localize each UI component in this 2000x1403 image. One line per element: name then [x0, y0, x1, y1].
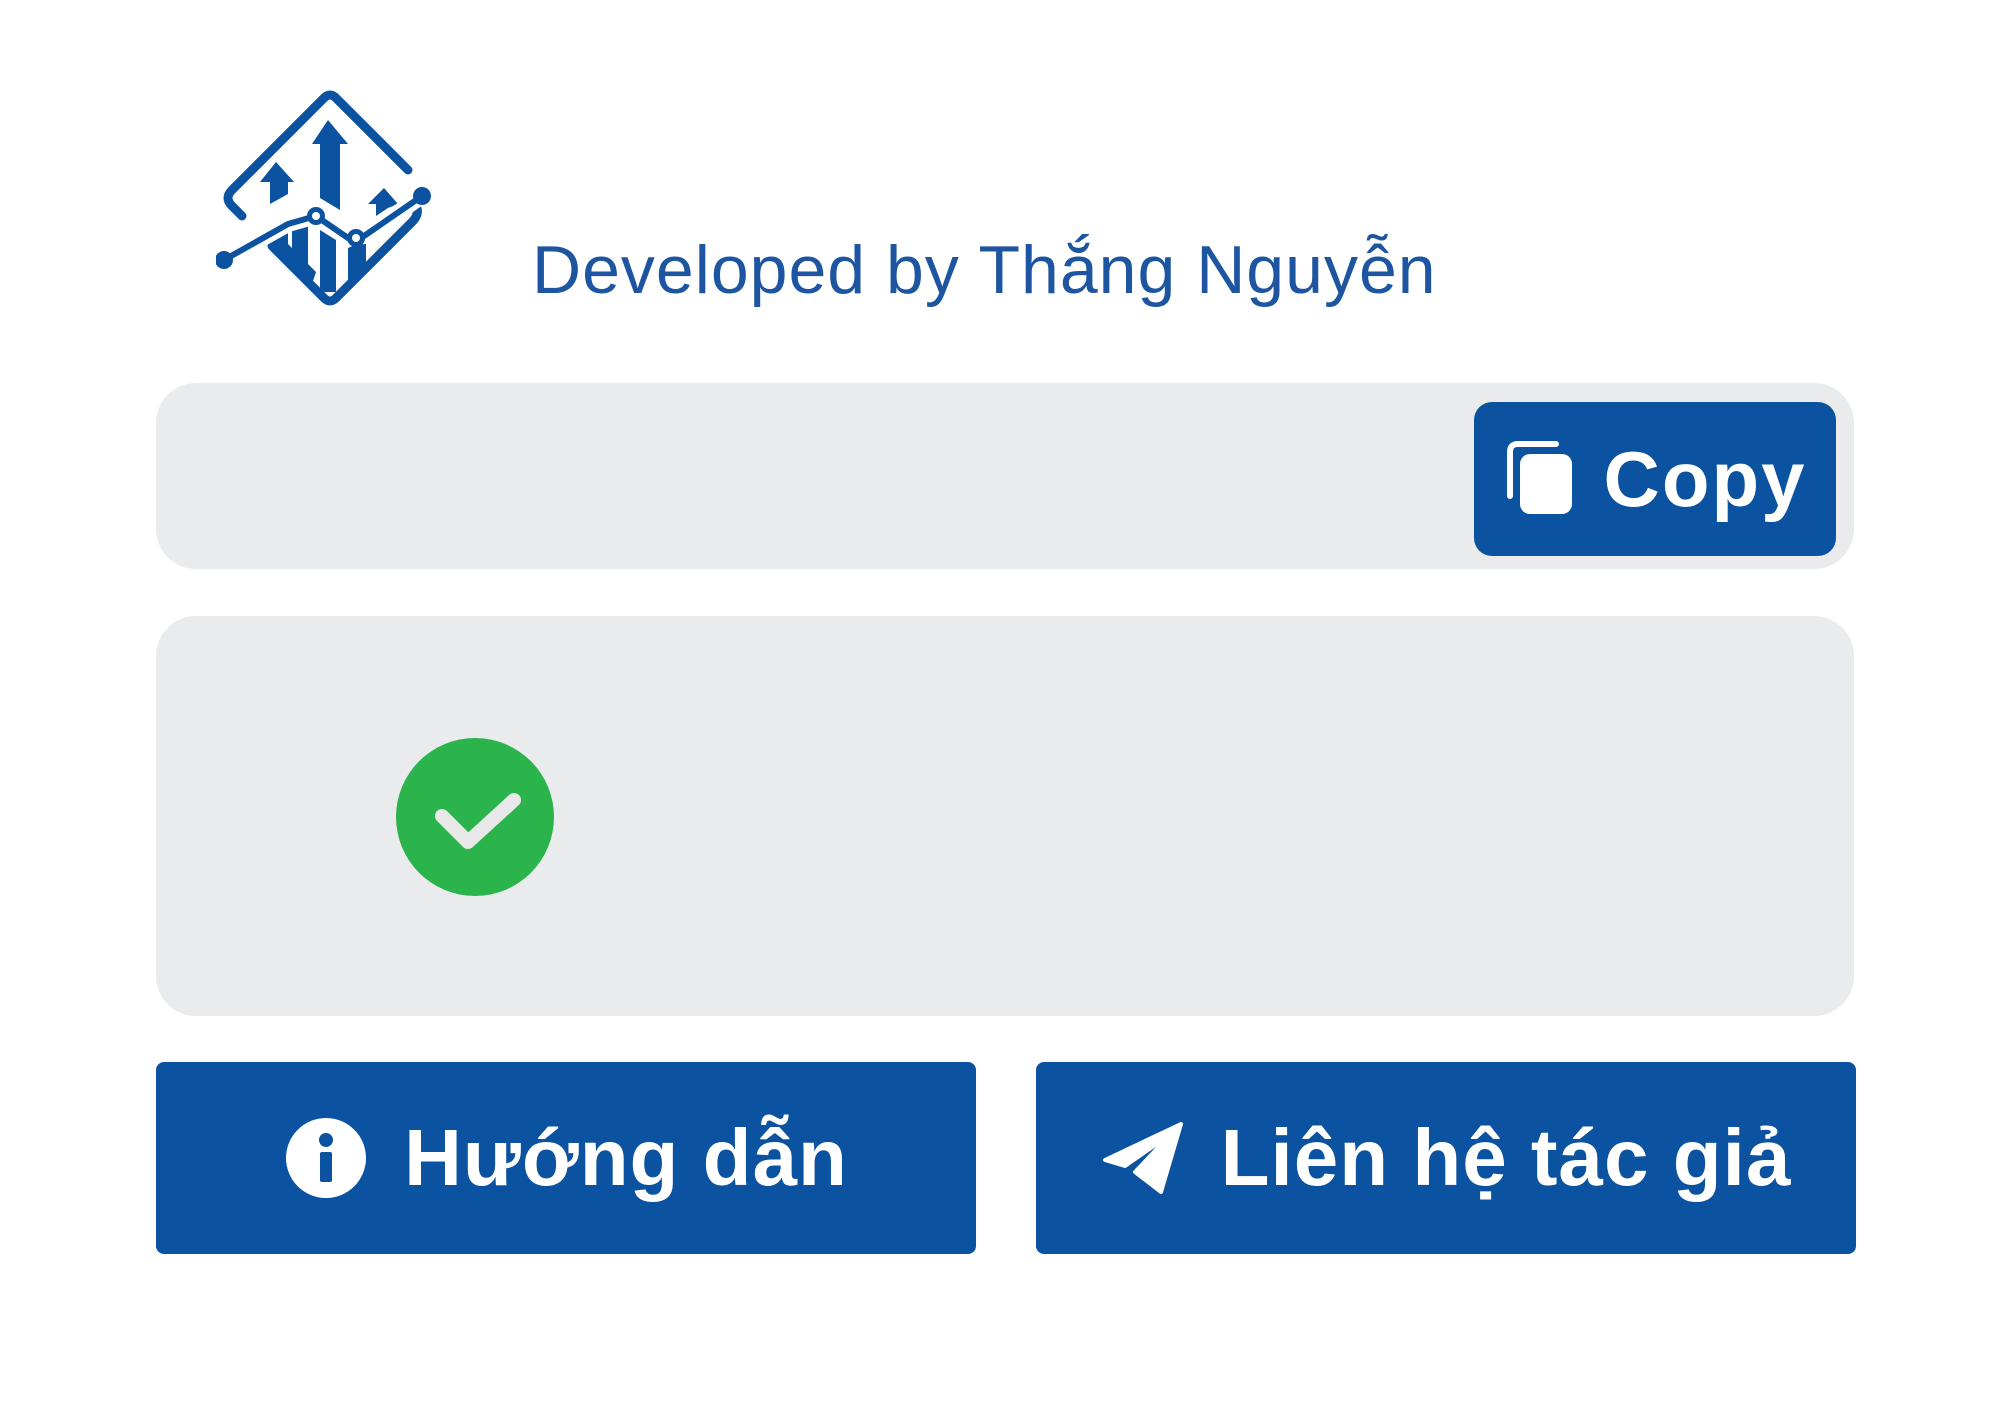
- developer-credit: Developed by Thắng Nguyễn: [532, 232, 1437, 308]
- telegram-send-icon: [1102, 1122, 1183, 1194]
- guide-button[interactable]: Hướng dẫn: [156, 1062, 976, 1254]
- info-icon: [286, 1118, 367, 1198]
- contact-author-button[interactable]: Liên hệ tác giả: [1036, 1062, 1856, 1254]
- contact-author-button-label: Liên hệ tác giả: [1220, 1113, 1792, 1202]
- page: Developed by Thắng Nguyễn Copy Hướng dẫn…: [0, 0, 2000, 1403]
- copy-button-label: Copy: [1603, 435, 1807, 523]
- stock-chart-logo-icon: [216, 90, 431, 306]
- copy-button[interactable]: Copy: [1474, 402, 1836, 556]
- copy-icon: [1506, 441, 1572, 514]
- check-circle-icon: [396, 738, 554, 896]
- guide-button-label: Hướng dẫn: [404, 1113, 848, 1202]
